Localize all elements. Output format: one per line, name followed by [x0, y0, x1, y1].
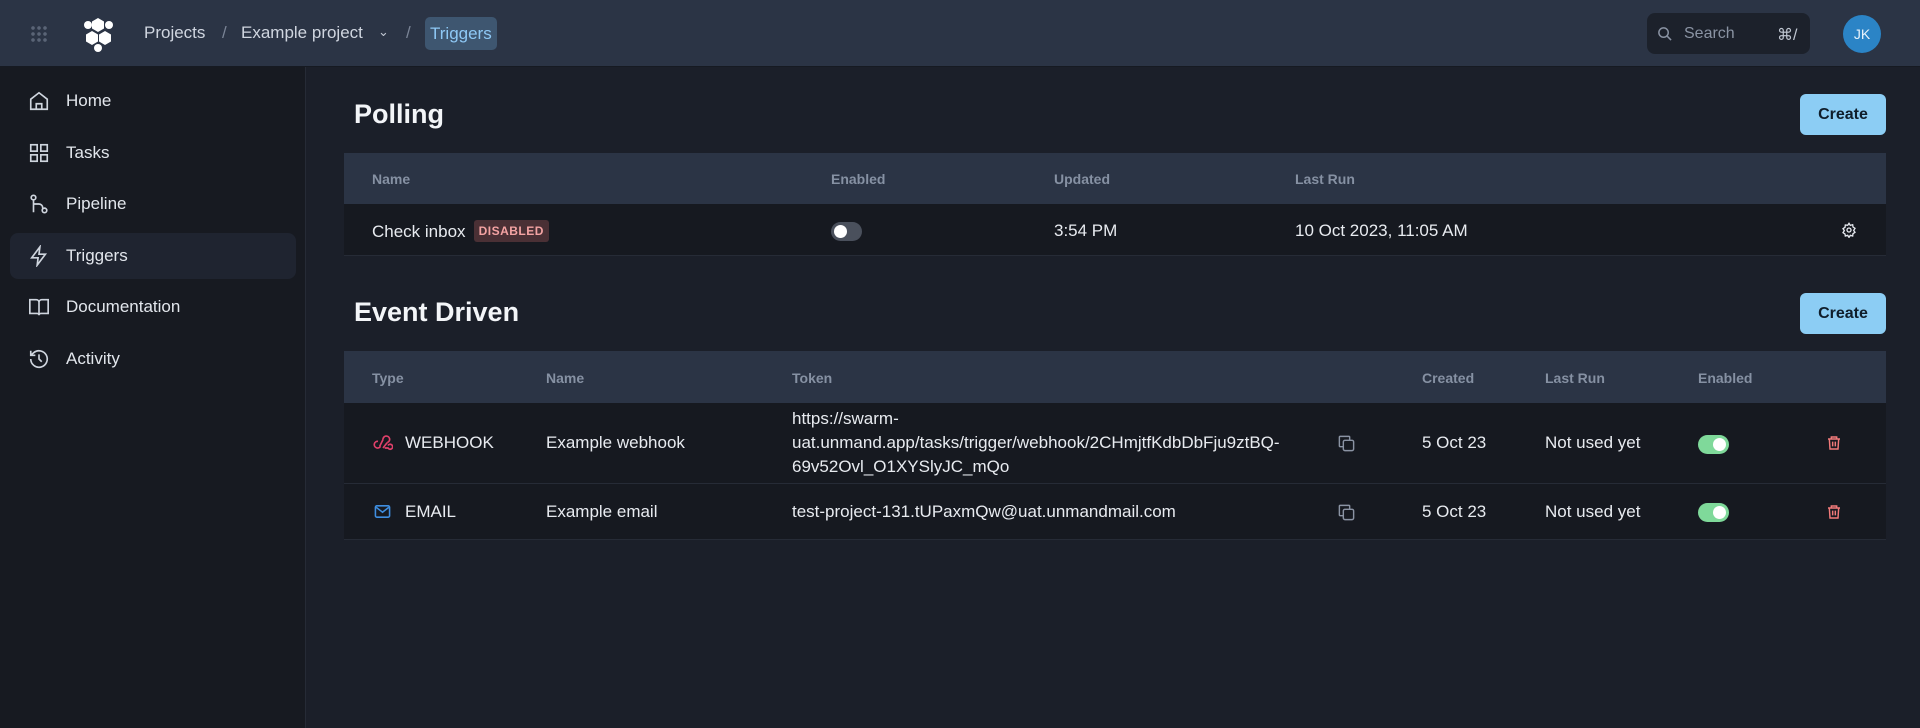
event-driven-title: Event Driven	[354, 297, 520, 327]
sidebar-item-activity[interactable]: Activity	[10, 336, 296, 382]
sidebar-item-triggers[interactable]: Triggers	[10, 233, 296, 279]
column-header: Token	[792, 370, 833, 386]
sidebar-item-documentation[interactable]: Documentation	[10, 284, 296, 330]
sidebar-item-tasks[interactable]: Tasks	[10, 130, 296, 176]
gear-icon[interactable]	[1841, 222, 1857, 238]
trigger-name: Example webhook	[546, 433, 685, 452]
sidebar-item-label: Home	[66, 91, 112, 110]
chevron-down-icon[interactable]: ⌄	[378, 24, 389, 40]
sidebar-item-label: Tasks	[66, 143, 110, 162]
trash-icon[interactable]	[1826, 503, 1842, 521]
copy-icon[interactable]	[1337, 503, 1356, 522]
sidebar-item-label: Documentation	[66, 297, 181, 316]
column-header: Name	[546, 370, 585, 386]
created-date: 5 Oct 23	[1422, 433, 1487, 452]
column-header: Created	[1422, 370, 1475, 386]
breadcrumb-separator: /	[222, 23, 227, 42]
token-line: https://swarm-	[792, 409, 899, 428]
column-header: Enabled	[1698, 370, 1753, 386]
avatar[interactable]: JK	[1843, 15, 1881, 53]
sidebar-item-pipeline[interactable]: Pipeline	[10, 181, 296, 227]
breadcrumb-separator: /	[406, 23, 411, 42]
enabled-toggle[interactable]	[1698, 435, 1729, 454]
column-header: Updated	[1054, 171, 1110, 187]
last-run-time: 10 Oct 2023, 11:05 AM	[1295, 221, 1468, 240]
book-icon	[29, 298, 49, 316]
column-header: Last Run	[1295, 171, 1355, 187]
bolt-icon	[30, 245, 48, 267]
enabled-toggle[interactable]	[1698, 503, 1729, 522]
trigger-type: EMAIL	[405, 502, 457, 521]
updated-time: 3:54 PM	[1054, 221, 1118, 240]
email-icon	[374, 505, 391, 518]
webhook-icon	[373, 435, 393, 451]
column-header: Type	[372, 370, 404, 386]
token-line: uat.unmand.app/tasks/trigger/webhook/2CH…	[792, 433, 1280, 452]
home-icon	[29, 91, 49, 111]
table-row: Check inbox DISABLED 3:54 PM 10 Oct 2023,…	[344, 204, 1886, 256]
trigger-name: Check inbox	[372, 222, 466, 241]
token-line: 69v52Ovl_O1XYSlyJC_mQo	[792, 457, 1010, 476]
polling-table-header: Name Enabled Updated Last Run	[344, 153, 1886, 204]
polling-title: Polling	[354, 99, 444, 129]
trigger-name: Example email	[546, 502, 658, 521]
search-placeholder: Search	[1684, 25, 1735, 42]
column-header: Name	[372, 171, 411, 187]
column-header: Enabled	[831, 171, 886, 187]
copy-icon[interactable]	[1337, 434, 1356, 453]
breadcrumb-triggers[interactable]: Triggers	[425, 17, 497, 50]
trigger-type: WEBHOOK	[405, 433, 494, 452]
create-polling-button[interactable]: Create	[1800, 94, 1886, 135]
search-shortcut: ⌘/	[1777, 27, 1798, 44]
grid-icon	[29, 143, 49, 163]
enabled-toggle[interactable]	[831, 222, 862, 241]
top-bar: Projects / Example project ⌄ / Triggers …	[0, 0, 1920, 67]
pipeline-icon	[30, 194, 48, 214]
event-table-header: Type Name Token Created Last Run Enabled	[344, 351, 1886, 403]
search-icon	[1658, 27, 1672, 41]
breadcrumb-project[interactable]: Example project	[241, 23, 363, 43]
history-icon	[29, 350, 49, 369]
sidebar: Home Tasks Pipeline Triggers Documentati…	[0, 67, 306, 728]
last-run: Not used yet	[1545, 502, 1641, 521]
column-header: Last Run	[1545, 370, 1605, 386]
table-row: EMAIL Example email test-project-131.tUP…	[344, 484, 1886, 540]
sidebar-item-home[interactable]: Home	[10, 78, 296, 124]
trash-icon[interactable]	[1826, 434, 1842, 452]
sidebar-item-label: Triggers	[66, 246, 128, 265]
search-input[interactable]: Search ⌘/	[1647, 13, 1810, 54]
apps-grid-icon[interactable]	[30, 25, 48, 43]
token-text: test-project-131.tUPaxmQw@uat.unmandmail…	[792, 502, 1176, 521]
create-event-button[interactable]: Create	[1800, 293, 1886, 334]
sidebar-item-label: Pipeline	[66, 194, 127, 213]
sidebar-item-label: Activity	[66, 349, 120, 368]
table-row: WEBHOOK Example webhook https://swarm- u…	[344, 403, 1886, 484]
token-text: https://swarm- uat.unmand.app/tasks/trig…	[792, 407, 1280, 479]
status-badge: DISABLED	[473, 220, 549, 242]
logo-icon	[84, 18, 113, 52]
last-run: Not used yet	[1545, 433, 1641, 452]
breadcrumb-projects[interactable]: Projects	[144, 23, 205, 43]
created-date: 5 Oct 23	[1422, 502, 1487, 521]
